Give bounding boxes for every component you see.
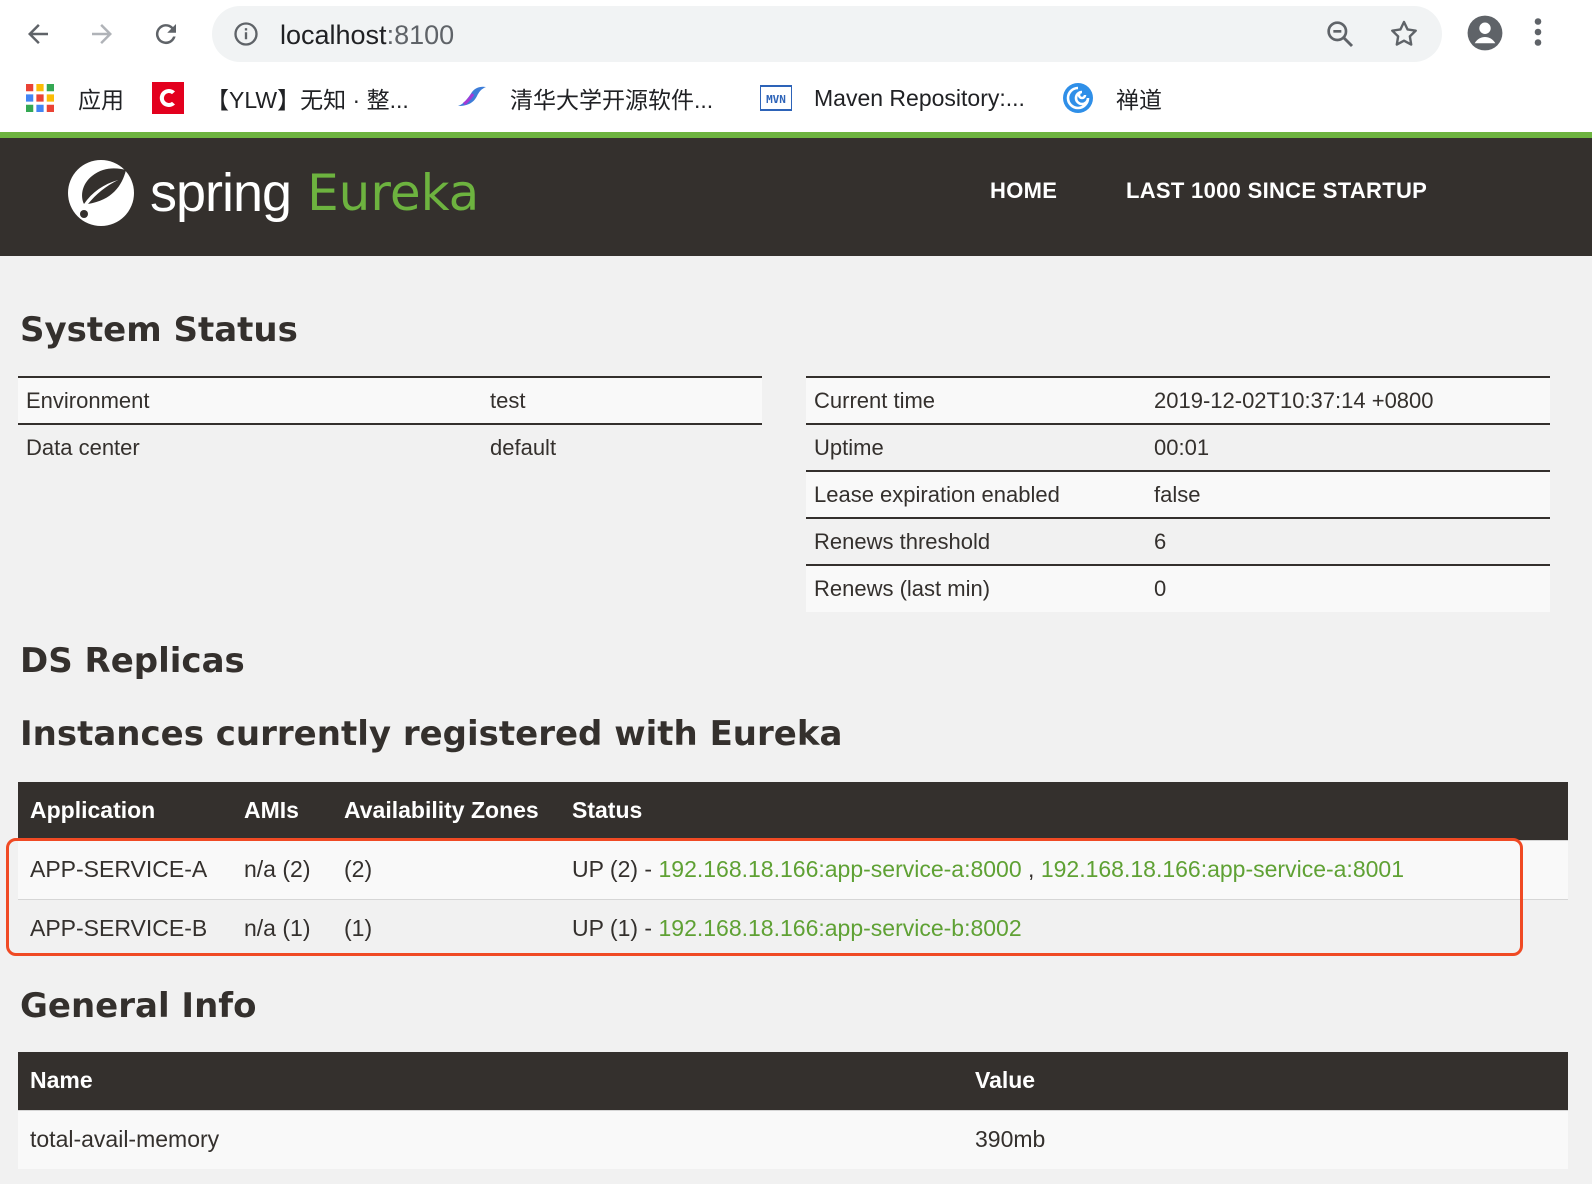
instances-table: Application AMIs Availability Zones Stat… <box>18 782 1568 958</box>
table-row: Renews threshold 6 <box>806 517 1550 565</box>
table-row: APP-SERVICE-B n/a (1) (1) UP (1) - 192.1… <box>18 898 1568 958</box>
status-value: 6 <box>1146 517 1550 565</box>
eureka-navbar: spring Eureka HOME LAST 1000 SINCE START… <box>0 138 1592 256</box>
bookmark-label: 禅道 <box>1116 87 1162 113</box>
table-header-row: Name Value <box>18 1052 1568 1110</box>
status-key: Environment <box>18 376 482 424</box>
amis-value: n/a (2) <box>232 839 332 899</box>
bookmark-label: 清华大学开源软件... <box>510 87 714 113</box>
table-row: APP-SERVICE-A n/a (2) (2) UP (2) - 192.1… <box>18 839 1568 899</box>
system-status-right-table: Current time 2019-12-02T10:37:14 +0800 U… <box>806 376 1550 612</box>
back-arrow-icon[interactable] <box>18 14 58 54</box>
status-value: 0 <box>1146 564 1550 612</box>
bookmark-label: 【YLW】无知 · 整... <box>206 87 409 113</box>
instance-link[interactable]: 192.168.18.166:app-service-a:8001 <box>1041 856 1404 882</box>
general-info-title: General Info <box>20 986 257 1026</box>
system-status-left-table: Environment test Data center default <box>18 376 762 471</box>
col-header-zones: Availability Zones <box>332 782 560 840</box>
bookmark-label: Maven Repository:... <box>814 84 1025 111</box>
table-row: Data center default <box>18 423 762 471</box>
spring-leaf-icon <box>68 160 134 226</box>
table-row: Environment test <box>18 376 762 424</box>
bookmark-maven[interactable]: MVN Maven Repository:... <box>760 80 1025 116</box>
status-value: 2019-12-02T10:37:14 +0800 <box>1146 376 1550 424</box>
table-row: Current time 2019-12-02T10:37:14 +0800 <box>806 376 1550 424</box>
url-port: :8100 <box>386 20 455 50</box>
status-value: default <box>482 423 762 471</box>
svg-text:MVN: MVN <box>766 93 786 106</box>
ds-replicas-title: DS Replicas <box>20 641 245 681</box>
instances-title: Instances currently registered with Eure… <box>20 714 843 754</box>
address-bar[interactable]: localhost:8100 <box>212 6 1442 62</box>
table-header-row: Application AMIs Availability Zones Stat… <box>18 782 1568 840</box>
logo-spring-text: spring <box>150 163 292 223</box>
status-prefix: UP (2) - <box>572 856 653 882</box>
bookmarks-bar: 应用 【YLW】无知 · 整... 清华大学开源软件... MVN Maven … <box>0 74 1592 122</box>
url-text[interactable]: localhost:8100 <box>280 20 454 51</box>
status-value: test <box>482 376 762 424</box>
spring-eureka-logo[interactable]: spring Eureka <box>66 158 479 228</box>
nav-last-1000[interactable]: LAST 1000 SINCE STARTUP <box>1126 178 1427 204</box>
bookmark-label: 应用 <box>78 87 124 113</box>
col-header-value: Value <box>963 1052 1568 1110</box>
tsinghua-bird-icon <box>456 82 488 114</box>
status-prefix: UP (1) - <box>572 915 653 942</box>
status-key: Lease expiration enabled <box>806 470 1146 518</box>
status-key: Renews (last min) <box>806 564 1146 612</box>
status-cell: UP (2) - 192.168.18.166:app-service-a:80… <box>560 839 1568 899</box>
application-name: APP-SERVICE-B <box>18 898 232 958</box>
system-status-title: System Status <box>20 310 298 350</box>
table-row: Uptime 00:01 <box>806 423 1550 471</box>
url-host: localhost <box>280 20 387 50</box>
zentao-swirl-icon <box>1062 82 1094 114</box>
bookmark-csdn[interactable]: 【YLW】无知 · 整... <box>152 80 409 116</box>
col-header-status: Status <box>560 782 1568 840</box>
amis-value: n/a (1) <box>232 898 332 958</box>
col-header-application: Application <box>18 782 232 840</box>
bookmark-tsinghua[interactable]: 清华大学开源软件... <box>456 80 713 116</box>
info-value: 390mb <box>963 1109 1568 1169</box>
col-header-name: Name <box>18 1052 963 1110</box>
col-header-amis: AMIs <box>232 782 332 840</box>
browser-chrome: localhost:8100 应用 【YLW】无知 · 整... 清华大学开源软… <box>0 0 1592 136</box>
bookmark-star-icon[interactable] <box>1388 18 1420 54</box>
bookmark-apps[interactable]: 应用 <box>24 80 124 116</box>
bookmark-zentao[interactable]: 禅道 <box>1062 80 1162 116</box>
status-cell: UP (1) - 192.168.18.166:app-service-b:80… <box>560 898 1568 958</box>
table-row: Renews (last min) 0 <box>806 564 1550 612</box>
browser-menu-icon[interactable] <box>1532 14 1544 54</box>
status-key: Current time <box>806 376 1146 424</box>
nav-home[interactable]: HOME <box>990 178 1057 204</box>
status-value: 00:01 <box>1146 423 1550 471</box>
site-info-icon[interactable] <box>232 20 260 52</box>
mvn-icon: MVN <box>760 82 792 114</box>
status-key: Uptime <box>806 423 1146 471</box>
zones-value: (1) <box>332 898 560 958</box>
status-value: false <box>1146 470 1550 518</box>
profile-avatar-icon[interactable] <box>1466 14 1504 56</box>
apps-grid-icon <box>24 82 56 114</box>
status-key: Data center <box>18 423 482 471</box>
status-key: Renews threshold <box>806 517 1146 565</box>
logo-eureka-text: Eureka <box>307 164 480 222</box>
general-info-table: Name Value total-avail-memory 390mb <box>18 1052 1568 1169</box>
csdn-c-icon <box>152 82 184 114</box>
link-separator: , <box>1028 856 1035 882</box>
table-row: total-avail-memory 390mb <box>18 1109 1568 1169</box>
instance-link[interactable]: 192.168.18.166:app-service-b:8002 <box>658 915 1021 941</box>
reload-icon[interactable] <box>146 14 186 54</box>
forward-arrow-icon[interactable] <box>82 14 122 54</box>
zones-value: (2) <box>332 839 560 899</box>
application-name: APP-SERVICE-A <box>18 839 232 899</box>
info-name: total-avail-memory <box>18 1109 963 1169</box>
instance-link[interactable]: 192.168.18.166:app-service-a:8000 <box>658 856 1021 882</box>
table-row: Lease expiration enabled false <box>806 470 1550 518</box>
zoom-icon[interactable] <box>1324 18 1356 54</box>
